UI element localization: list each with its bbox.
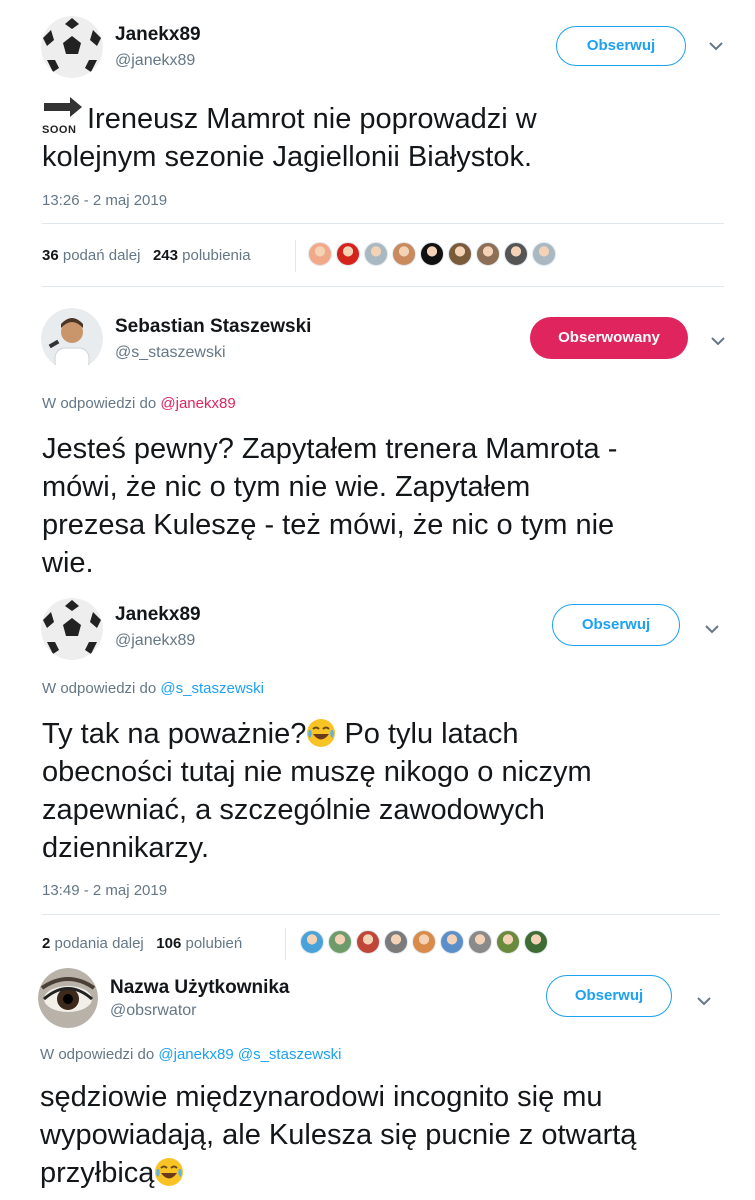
liker-avatar[interactable]: [448, 242, 472, 266]
soon-label: SOON: [42, 124, 77, 136]
following-button[interactable]: Obserwowany: [530, 317, 688, 359]
tweet-text-line: dziennikarzy.: [42, 832, 210, 864]
avatar-janekx89[interactable]: [41, 598, 103, 660]
tweet-timestamp[interactable]: 13:49 - 2 maj 2019: [42, 882, 167, 899]
liker-avatar[interactable]: [504, 242, 528, 266]
retweet-label[interactable]: podań dalej: [63, 247, 141, 264]
avatar-janekx89[interactable]: [41, 16, 103, 78]
follow-button[interactable]: Obserwuj: [552, 604, 680, 646]
tweet-text-part: przyłbicą: [40, 1157, 155, 1189]
author-handle[interactable]: @obsrwator: [110, 1002, 197, 1020]
author-name[interactable]: Janekx89: [115, 24, 201, 46]
avatar-nazwa-uzytkownika[interactable]: [38, 968, 98, 1028]
tweet-text-line: mówi, że nic o tym nie wie. Zapytałem: [42, 471, 531, 503]
tweet-text-line: Jesteś pewny? Zapytałem trenera Mamrota …: [42, 433, 618, 465]
reply-prefix: W odpowiedzi do: [42, 680, 157, 697]
liker-avatar[interactable]: [364, 242, 388, 266]
liker-avatar[interactable]: [476, 242, 500, 266]
liker-avatar[interactable]: [384, 930, 408, 954]
liker-avatar[interactable]: [328, 930, 352, 954]
tweet-text-line: prezesa Kuleszę - też mówi, że nic o tym…: [42, 509, 615, 541]
liker-avatar[interactable]: [392, 242, 416, 266]
chevron-down-icon[interactable]: [696, 993, 712, 1009]
tweet-text-line: Ireneusz Mamrot nie poprowadzi w: [87, 103, 537, 135]
face-with-tears-of-joy-icon: [306, 718, 336, 748]
like-count[interactable]: 243: [153, 247, 178, 264]
liker-avatar[interactable]: [308, 242, 332, 266]
reply-mention[interactable]: @s_staszewski: [238, 1046, 342, 1063]
tweet-stats: 36 podań dalej 243 polubienia: [42, 247, 251, 264]
follow-button[interactable]: Obserwuj: [546, 975, 672, 1017]
liker-avatar[interactable]: [496, 930, 520, 954]
like-label[interactable]: polubień: [185, 935, 242, 952]
divider: [42, 286, 724, 287]
arrow-right-icon: [44, 97, 82, 117]
reply-mention[interactable]: @janekx89: [160, 395, 235, 412]
face-with-tears-of-joy-icon: [154, 1157, 184, 1187]
liker-avatar[interactable]: [468, 930, 492, 954]
divider: [42, 914, 720, 915]
liker-avatar[interactable]: [440, 930, 464, 954]
liker-avatar[interactable]: [524, 930, 548, 954]
liker-avatar[interactable]: [300, 930, 324, 954]
soon-arrow-emoji: SOON: [42, 96, 84, 136]
liker-avatar[interactable]: [356, 930, 380, 954]
tweet-text-line: wie.: [42, 547, 94, 579]
chevron-down-icon[interactable]: [704, 621, 720, 637]
avatar-sebastian-staszewski[interactable]: [41, 308, 103, 370]
like-count[interactable]: 106: [156, 935, 181, 952]
liker-avatar[interactable]: [336, 242, 360, 266]
like-label[interactable]: polubienia: [182, 247, 250, 264]
reply-context: W odpowiedzi do @s_staszewski: [42, 680, 264, 697]
divider: [42, 223, 724, 224]
follow-button[interactable]: Obserwuj: [556, 26, 686, 66]
likers-avatars: [300, 930, 552, 954]
reply-context: W odpowiedzi do @janekx89 @s_staszewski: [40, 1046, 341, 1063]
tweet-text-line: kolejnym sezonie Jagiellonii Białystok.: [42, 141, 533, 173]
tweet-timestamp[interactable]: 13:26 - 2 maj 2019: [42, 192, 167, 209]
tweet-text-line: zapewniać, a szczególnie zawodowych: [42, 794, 545, 826]
retweet-count[interactable]: 2: [42, 935, 50, 952]
reply-prefix: W odpowiedzi do: [40, 1046, 155, 1063]
reply-mention[interactable]: @janekx89: [158, 1046, 233, 1063]
reply-prefix: W odpowiedzi do: [42, 395, 157, 412]
chevron-down-icon[interactable]: [708, 38, 724, 54]
tweet-text-line: Ty tak na poważnie? Po tylu latach: [42, 715, 519, 753]
retweet-label[interactable]: podania dalej: [55, 935, 144, 952]
author-handle[interactable]: @janekx89: [115, 632, 195, 650]
retweet-count[interactable]: 36: [42, 247, 59, 264]
tweet-text-line: sędziowie międzynarodowi incognito się m…: [40, 1081, 603, 1113]
liker-avatar[interactable]: [412, 930, 436, 954]
tweet-stats: 2 podania dalej 106 polubień: [42, 935, 242, 952]
reply-mention[interactable]: @s_staszewski: [160, 680, 264, 697]
liker-avatar[interactable]: [420, 242, 444, 266]
tweet-text-line: przyłbicą: [40, 1154, 184, 1192]
author-handle[interactable]: @s_staszewski: [115, 344, 226, 362]
reply-context: W odpowiedzi do @janekx89: [42, 395, 236, 412]
tweet-text-part: Po tylu latach: [336, 718, 519, 750]
stats-separator: [285, 928, 286, 960]
tweet-text-part: Ty tak na poważnie?: [42, 718, 307, 750]
author-name[interactable]: Nazwa Użytkownika: [110, 977, 290, 999]
liker-avatar[interactable]: [532, 242, 556, 266]
author-handle[interactable]: @janekx89: [115, 52, 195, 70]
stats-separator: [295, 240, 296, 272]
chevron-down-icon[interactable]: [710, 333, 726, 349]
likers-avatars: [308, 242, 560, 266]
author-name[interactable]: Sebastian Staszewski: [115, 316, 311, 338]
author-name[interactable]: Janekx89: [115, 604, 201, 626]
tweet-text-line: wypowiadają, ale Kulesza się pucnie z ot…: [40, 1119, 637, 1151]
tweet-text-line: obecności tutaj nie muszę nikogo o niczy…: [42, 756, 592, 788]
